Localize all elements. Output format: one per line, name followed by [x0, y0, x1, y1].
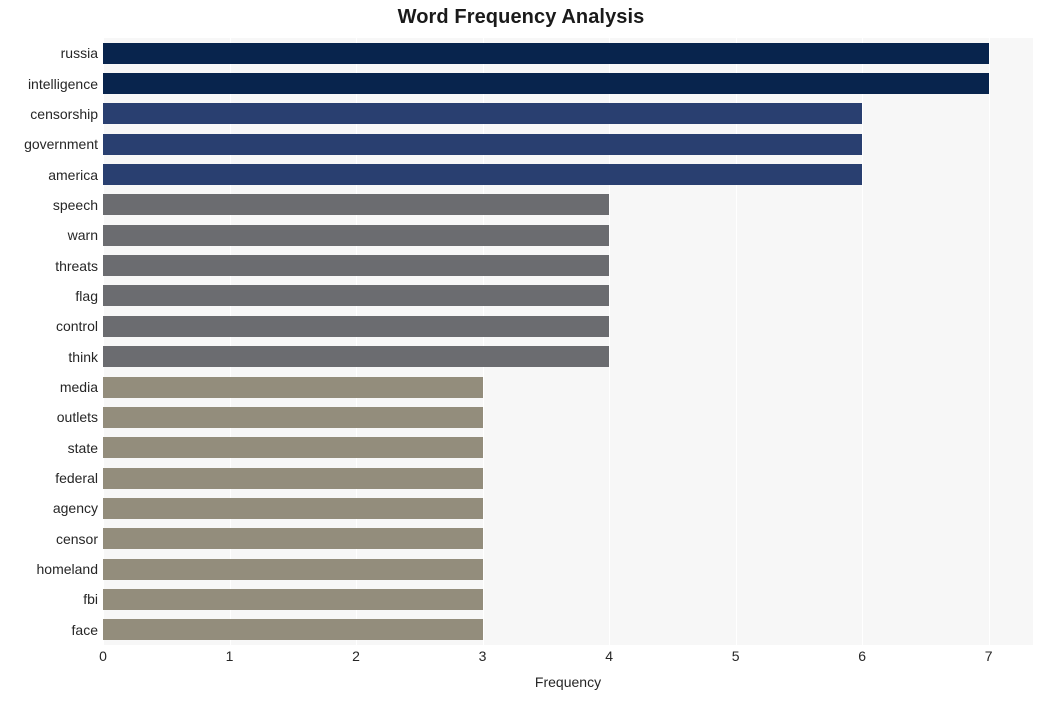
y-tick-label-state: state — [67, 439, 98, 456]
bar-row — [103, 616, 1033, 644]
bar-russia[interactable] — [103, 42, 989, 64]
bar-agency[interactable] — [103, 497, 483, 519]
bar-row — [103, 555, 1033, 583]
bar-row — [103, 161, 1033, 189]
bar-face[interactable] — [103, 619, 483, 641]
x-tick-label-1: 1 — [225, 648, 234, 664]
bar-row — [103, 70, 1033, 98]
bar-row — [103, 464, 1033, 492]
bar-row — [103, 39, 1033, 67]
bar-government[interactable] — [103, 133, 863, 155]
x-tick-label-5: 5 — [731, 648, 740, 664]
bar-row — [103, 494, 1033, 522]
y-tick-label-think: think — [68, 348, 98, 365]
y-tick-label-homeland: homeland — [36, 561, 99, 578]
y-tick-label-russia: russia — [60, 45, 98, 62]
bar-flag[interactable] — [103, 285, 610, 307]
y-tick-label-agency: agency — [52, 500, 98, 517]
x-axis-title: Frequency — [534, 674, 602, 690]
y-tick-label-america: america — [48, 166, 98, 183]
bar-row — [103, 130, 1033, 158]
bar-row — [103, 585, 1033, 613]
bar-row — [103, 282, 1033, 310]
x-tick-label-7: 7 — [984, 648, 993, 664]
bar-row — [103, 312, 1033, 340]
bar-think[interactable] — [103, 346, 610, 368]
chart-figure: Word Frequency Analysis russia intelligen… — [0, 0, 1042, 701]
bars-layer — [103, 38, 1033, 645]
y-tick-label-intelligence: intelligence — [27, 75, 98, 92]
y-tick-label-censorship: censorship — [30, 105, 98, 122]
y-tick-label-flag: flag — [75, 287, 98, 304]
bar-speech[interactable] — [103, 194, 610, 216]
bar-censor[interactable] — [103, 528, 483, 550]
x-tick-label-3: 3 — [478, 648, 487, 664]
x-tick-label-6: 6 — [858, 648, 867, 664]
bar-federal[interactable] — [103, 467, 483, 489]
bar-threats[interactable] — [103, 255, 610, 277]
y-tick-label-outlets: outlets — [56, 409, 98, 426]
bar-row — [103, 343, 1033, 371]
bar-row — [103, 434, 1033, 462]
bar-row — [103, 373, 1033, 401]
y-tick-label-government: government — [24, 136, 98, 153]
y-tick-label-control: control — [55, 318, 98, 335]
y-tick-label-threats: threats — [55, 257, 98, 274]
bar-row — [103, 525, 1033, 553]
x-axis-tick-labels: 0 1 2 3 4 5 6 7 — [99, 648, 1033, 670]
x-tick-label-4: 4 — [605, 648, 614, 664]
bar-media[interactable] — [103, 376, 483, 398]
y-axis-labels: russia intelligence censorship government am… — [0, 38, 98, 645]
bar-row — [103, 100, 1033, 128]
bar-row — [103, 252, 1033, 280]
bar-fbi[interactable] — [103, 588, 483, 610]
x-tick-label-0: 0 — [99, 648, 107, 664]
y-tick-label-face: face — [71, 621, 98, 638]
bar-america[interactable] — [103, 164, 863, 186]
y-tick-label-fbi: fbi — [83, 591, 98, 608]
bar-intelligence[interactable] — [103, 73, 989, 95]
y-tick-label-federal: federal — [55, 470, 98, 487]
bar-homeland[interactable] — [103, 558, 483, 580]
x-tick-label-2: 2 — [352, 648, 360, 664]
y-tick-label-censor: censor — [55, 530, 98, 547]
bar-row — [103, 403, 1033, 431]
bar-control[interactable] — [103, 315, 610, 337]
bar-censorship[interactable] — [103, 103, 863, 125]
bar-outlets[interactable] — [103, 406, 483, 428]
y-tick-label-speech: speech — [52, 196, 98, 213]
bar-state[interactable] — [103, 437, 483, 459]
y-tick-label-media: media — [59, 379, 98, 396]
y-tick-label-warn: warn — [67, 227, 98, 244]
bar-warn[interactable] — [103, 224, 610, 246]
chart-title: Word Frequency Analysis — [397, 6, 645, 28]
bar-row — [103, 191, 1033, 219]
bar-row — [103, 221, 1033, 249]
